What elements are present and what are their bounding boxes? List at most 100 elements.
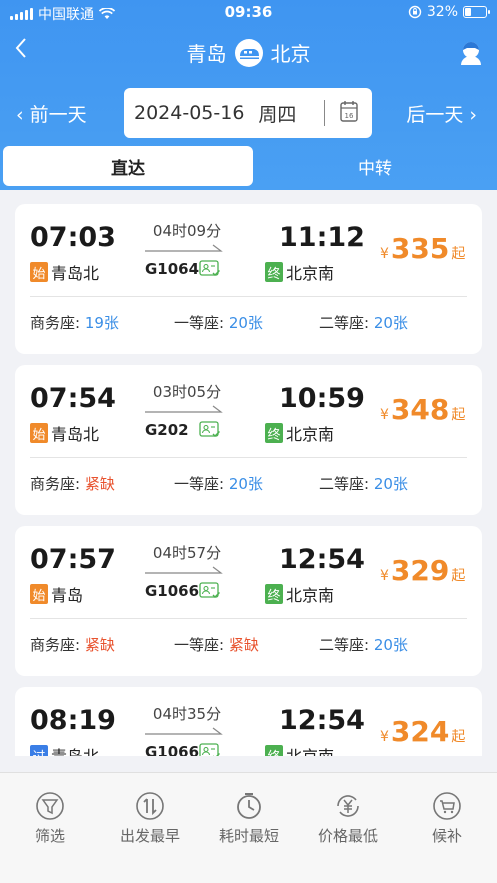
orientation-lock-icon	[408, 5, 422, 19]
arrival-station: 终 北京南	[265, 421, 334, 445]
departure-station-name: 青岛	[51, 586, 84, 605]
currency-symbol: ¥	[380, 246, 389, 262]
currency-symbol: ¥	[380, 729, 389, 745]
arrival-station: 终 北京南	[265, 743, 334, 756]
price: ¥ 329 起	[380, 554, 465, 587]
tab-transfer[interactable]: 中转	[253, 146, 497, 186]
toolbar-item-cart[interactable]: 候补	[397, 791, 497, 846]
duration: 04时57分	[152, 544, 222, 562]
duration: 03时05分	[152, 383, 222, 401]
route-title: 青岛 北京	[0, 38, 497, 67]
price: ¥ 335 起	[380, 232, 465, 265]
seat-count: 20张	[228, 314, 263, 332]
price-amount: 348	[390, 393, 450, 426]
arrival-station-name: 北京南	[286, 743, 334, 756]
prev-day-button[interactable]: ‹ 前一天	[16, 100, 87, 127]
seat-type-label: 一等座:	[174, 636, 229, 654]
toolbar-item-label: 出发最早	[119, 827, 180, 845]
price-suffix: 起	[451, 246, 466, 262]
arrow-icon	[145, 727, 223, 735]
arrival-station: 终 北京南	[265, 582, 334, 606]
card-divider	[30, 296, 467, 297]
train-number: G1066	[145, 582, 200, 600]
station-tag: 始	[30, 584, 48, 604]
departure-station: 过 青岛北	[30, 743, 99, 756]
e-ticket-icon	[199, 421, 220, 437]
date-picker[interactable]: 2024-05-16 周四 16	[124, 88, 372, 138]
seat-type-label: 商务座:	[30, 636, 85, 654]
arrow-icon	[145, 566, 223, 574]
price: ¥ 324 起	[380, 715, 465, 748]
duration: 04时09分	[152, 222, 222, 240]
seat-availability: 二等座: 20张	[319, 473, 408, 494]
sort-icon	[136, 792, 164, 820]
seat-count: 20张	[373, 636, 408, 654]
toolbar-item-label: 筛选	[34, 827, 65, 845]
arrival-station: 终 北京南	[265, 260, 334, 284]
price-amount: 329	[390, 554, 450, 587]
train-card[interactable]: 07:03 04时09分 11:12 始 青岛北 G1064 终 北京南 ¥ 3…	[15, 204, 482, 354]
station-tag: 终	[265, 745, 283, 756]
departure-time: 08:19	[30, 705, 116, 736]
date-value: 2024-05-16	[134, 102, 245, 124]
to-station: 北京	[270, 42, 311, 66]
station-tag: 始	[30, 423, 48, 443]
seat-availability: 一等座: 20张	[174, 473, 263, 494]
station-tag: 始	[30, 262, 48, 282]
seat-availability: 商务座: 19张	[30, 312, 119, 333]
chevron-right-icon: ›	[469, 104, 477, 126]
train-card[interactable]: 07:54 03时05分 10:59 始 青岛北 G202 终 北京南 ¥ 34…	[15, 365, 482, 515]
clock-icon	[237, 793, 261, 819]
duration: 04时35分	[152, 705, 222, 723]
toolbar-item-sort[interactable]: 出发最早	[100, 791, 200, 846]
customer-service-button[interactable]	[457, 38, 485, 66]
arrival-station-name: 北京南	[286, 264, 335, 283]
next-day-button[interactable]: 后一天 ›	[406, 100, 477, 127]
tab-direct[interactable]: 直达	[3, 146, 253, 186]
date-divider	[324, 100, 325, 126]
seat-count: 紧缺	[84, 475, 115, 493]
train-icon	[234, 38, 263, 67]
train-card[interactable]: 08:19 04时35分 12:54 过 青岛北 G1066 终 北京南 ¥ 3…	[15, 687, 482, 756]
departure-station-name: 青岛北	[51, 425, 100, 444]
seat-availability: 二等座: 20张	[319, 634, 408, 655]
e-ticket-icon	[199, 582, 220, 598]
departure-station: 始 青岛北	[30, 421, 99, 445]
departure-station: 始 青岛	[30, 582, 83, 606]
seat-type-label: 商务座:	[30, 475, 85, 493]
currency-symbol: ¥	[380, 407, 389, 423]
bottom-toolbar: 筛选 出发最早 耗时最短 价格最低 候补	[0, 772, 497, 883]
seat-type-label: 二等座:	[319, 475, 374, 493]
card-divider	[30, 618, 467, 619]
next-day-label: 后一天	[406, 104, 464, 126]
arrival-time: 12:54	[279, 544, 365, 575]
arrival-time: 12:54	[279, 705, 365, 736]
seat-availability: 一等座: 20张	[174, 312, 263, 333]
seat-availability: 商务座: 紧缺	[30, 634, 115, 655]
station-tag: 过	[30, 745, 48, 756]
seat-type-label: 一等座:	[174, 475, 229, 493]
station-tag: 终	[265, 423, 283, 443]
calendar-day: 16	[345, 112, 354, 120]
seat-count: 20张	[373, 475, 408, 493]
chevron-left-icon: ‹	[16, 104, 24, 126]
train-number: G1066	[145, 743, 200, 756]
departure-time: 07:54	[30, 383, 116, 414]
seat-type-label: 二等座:	[319, 636, 374, 654]
arrow-icon	[145, 244, 223, 252]
train-card[interactable]: 07:57 04时57分 12:54 始 青岛 G1066 终 北京南 ¥ 32…	[15, 526, 482, 676]
seat-count: 19张	[84, 314, 119, 332]
seat-type-label: 一等座:	[174, 314, 229, 332]
toolbar-item-filter[interactable]: 筛选	[0, 791, 100, 846]
cart-icon	[433, 792, 461, 820]
filter-icon	[36, 792, 64, 820]
seat-count: 20张	[373, 314, 408, 332]
train-list: 07:03 04时09分 11:12 始 青岛北 G1064 终 北京南 ¥ 3…	[15, 204, 482, 756]
price-amount: 335	[390, 232, 450, 265]
toolbar-item-price[interactable]: 价格最低	[298, 791, 398, 846]
card-divider	[30, 457, 467, 458]
arrival-station-name: 北京南	[286, 425, 335, 444]
arrival-time: 11:12	[279, 222, 365, 253]
price-suffix: 起	[451, 568, 466, 584]
toolbar-item-clock[interactable]: 耗时最短	[199, 791, 299, 846]
